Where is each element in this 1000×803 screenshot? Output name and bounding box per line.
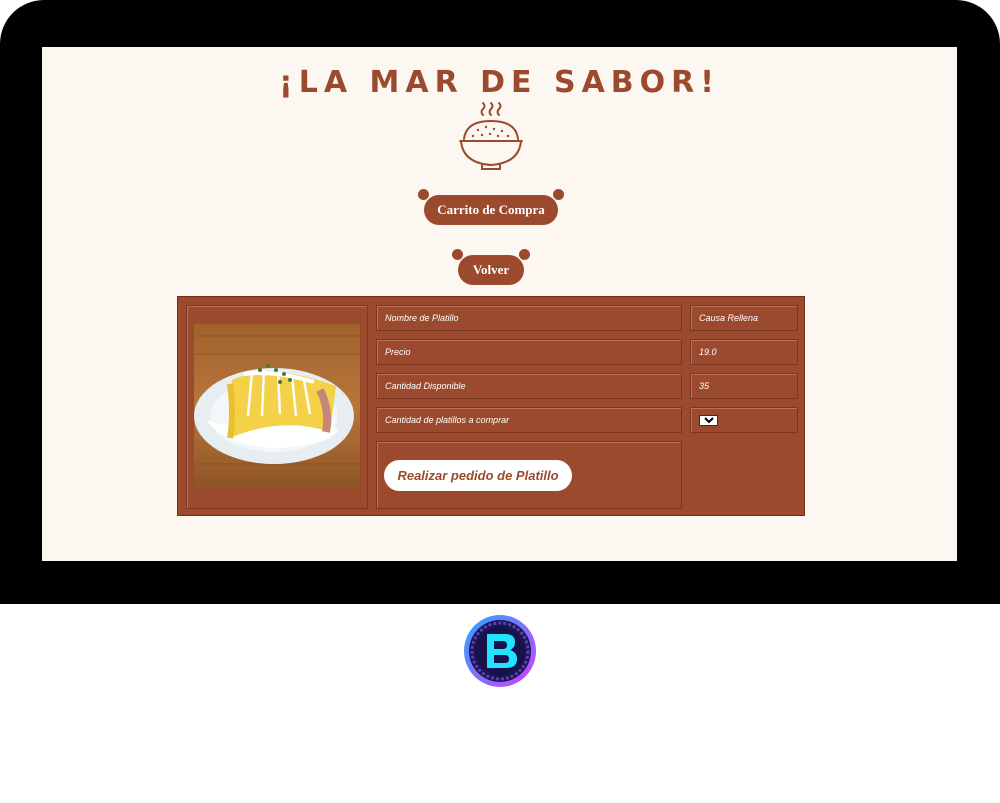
app-screen: ¡LA MAR DE SABOR! Carrito de Compra Volv… bbox=[42, 47, 957, 561]
button-ear-left bbox=[452, 249, 463, 260]
dish-photo bbox=[194, 324, 360, 490]
shopping-cart-button[interactable]: Carrito de Compra bbox=[418, 189, 564, 225]
monitor-frame: ¡LA MAR DE SABOR! Carrito de Compra Volv… bbox=[0, 0, 1000, 604]
page-title: ¡LA MAR DE SABOR! bbox=[279, 65, 720, 100]
dish-name-label: Nombre de Platillo bbox=[376, 305, 682, 331]
back-button[interactable]: Volver bbox=[452, 249, 530, 285]
b-logo-icon bbox=[464, 615, 536, 687]
steaming-bowl-icon bbox=[459, 102, 523, 170]
price-value: 19.0 bbox=[690, 339, 798, 365]
available-quantity-value: 35 bbox=[690, 373, 798, 399]
place-order-button[interactable]: Realizar pedido de Platillo bbox=[384, 459, 572, 491]
available-quantity-label: Cantidad Disponible bbox=[376, 373, 682, 399]
button-ear-right bbox=[519, 249, 530, 260]
button-ear-left bbox=[418, 189, 429, 200]
button-ear-right bbox=[553, 189, 564, 200]
shopping-cart-label: Carrito de Compra bbox=[437, 202, 545, 217]
order-quantity-cell: 4 bbox=[690, 407, 798, 433]
back-label: Volver bbox=[472, 262, 510, 277]
dish-name-value: Causa Rellena bbox=[690, 305, 798, 331]
order-quantity-select[interactable]: 4 bbox=[699, 414, 718, 426]
product-image-cell bbox=[186, 305, 368, 509]
order-quantity-label: Cantidad de platillos a comprar bbox=[376, 407, 682, 433]
price-label: Precio bbox=[376, 339, 682, 365]
product-detail-table: Nombre de Platillo Causa Rellena Precio … bbox=[177, 296, 805, 516]
order-button-cell: Realizar pedido de Platillo bbox=[376, 441, 682, 509]
